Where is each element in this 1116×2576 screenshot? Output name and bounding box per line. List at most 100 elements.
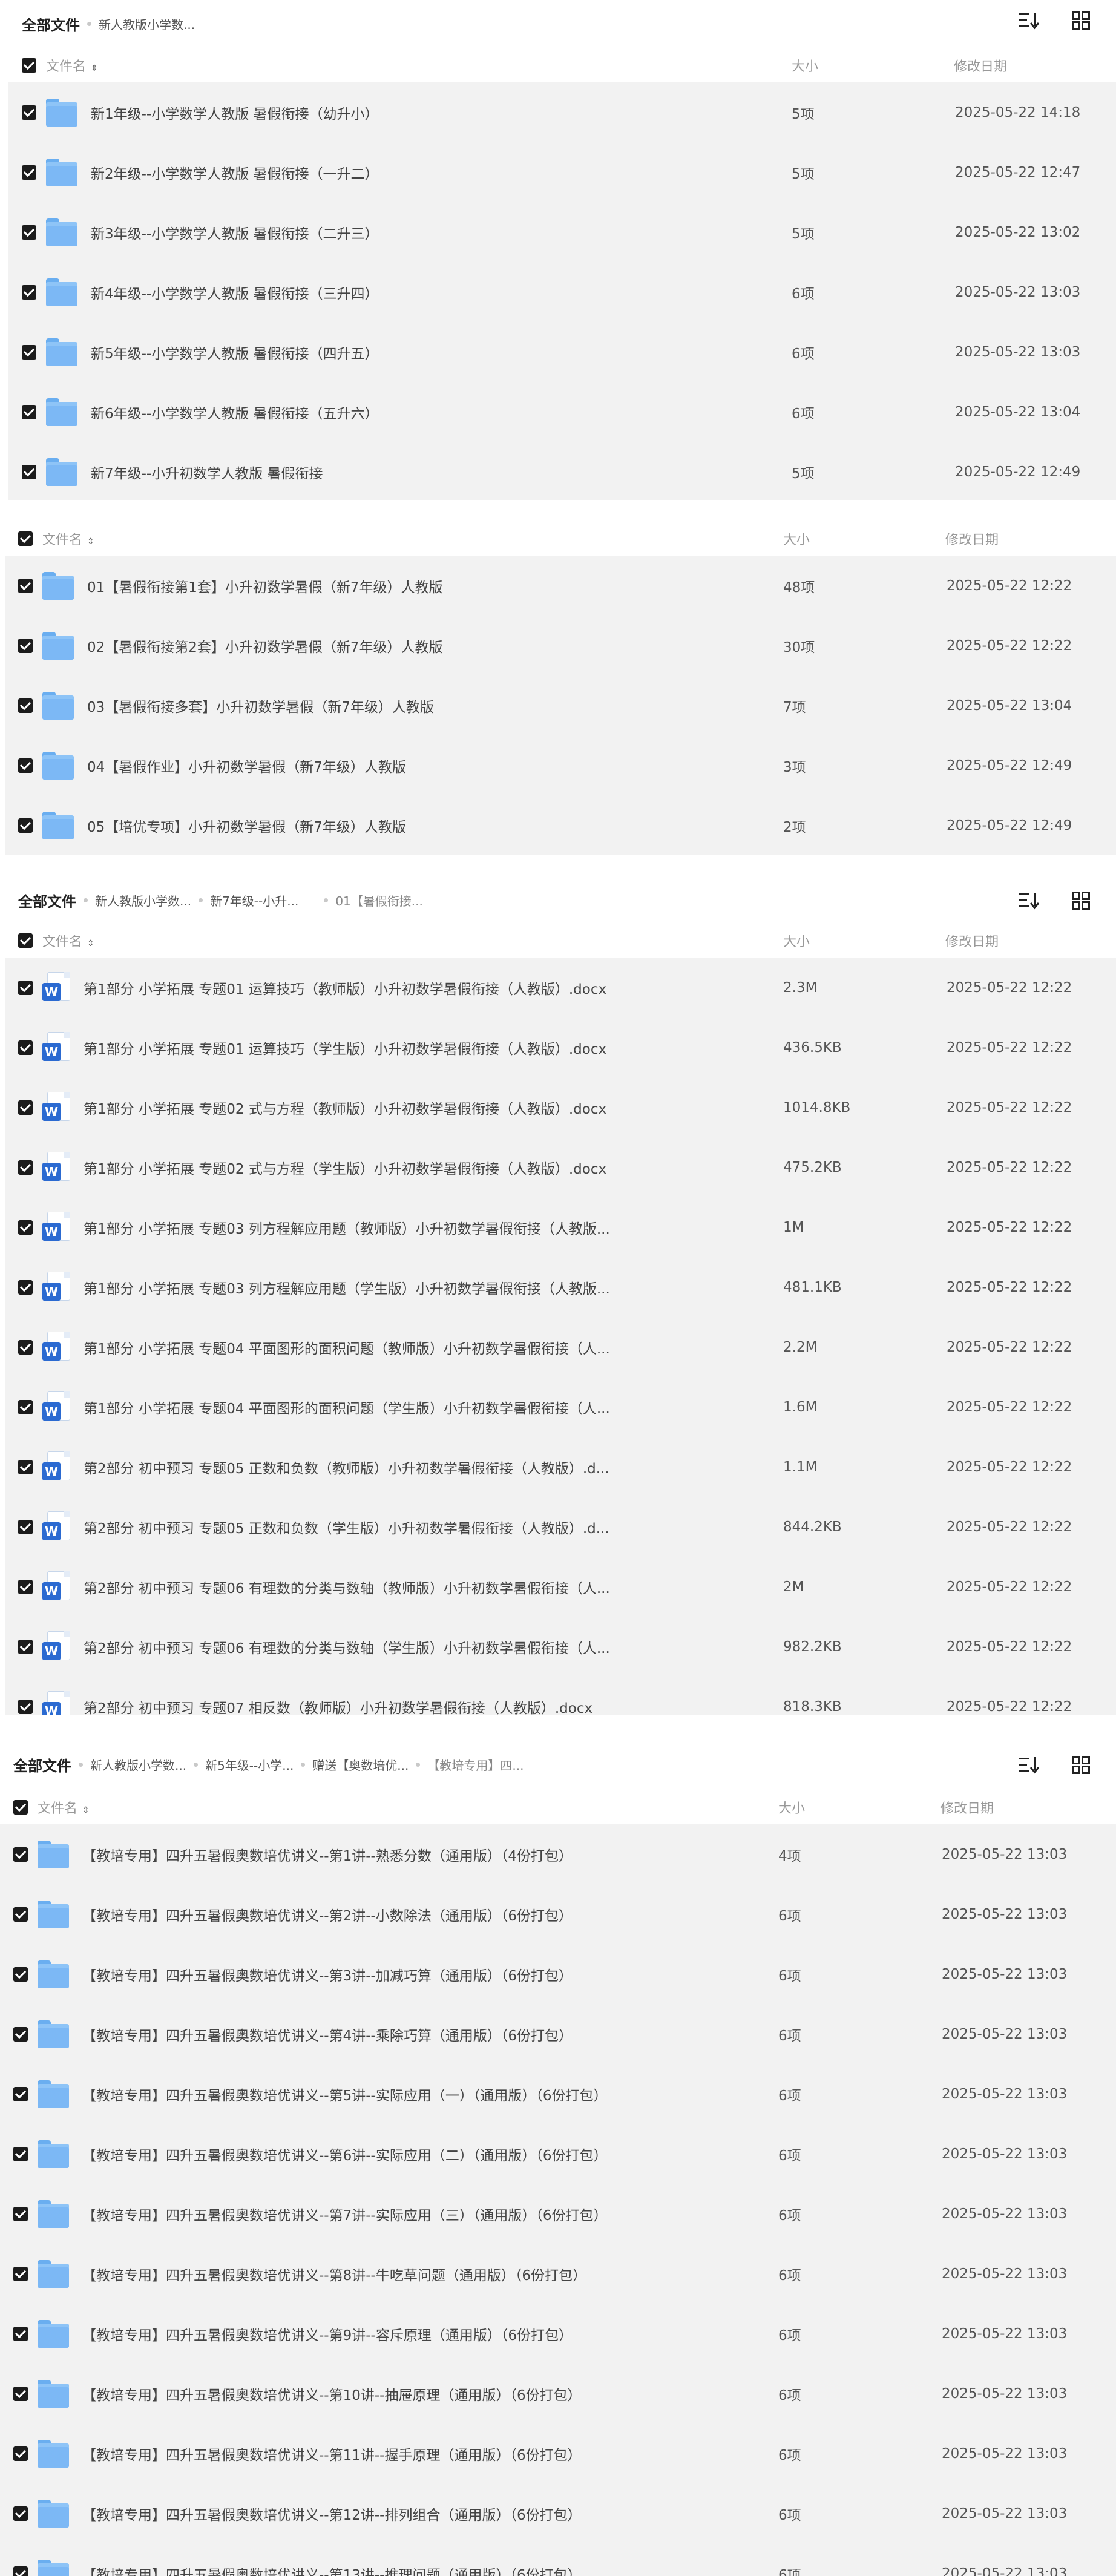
- file-row[interactable]: 【教培专用】四升五暑假奥数培优讲义--第8讲--牛吃草问题（通用版）（6份打包）…: [0, 2244, 1116, 2304]
- breadcrumb-item[interactable]: 01【暑假衔接...: [335, 892, 423, 909]
- column-name-header[interactable]: 文件名 ⇕: [42, 931, 94, 950]
- file-name[interactable]: 新1年级--小学数学人教版 暑假衔接（幼升小）: [91, 102, 379, 123]
- file-name[interactable]: 新4年级--小学数学人教版 暑假衔接（三升四）: [91, 282, 379, 303]
- file-row[interactable]: 【教培专用】四升五暑假奥数培优讲义--第2讲--小数除法（通用版）（6份打包） 6…: [0, 1884, 1116, 1944]
- file-name[interactable]: 03【暑假衔接多套】小升初数学暑假（新7年级）人教版: [87, 695, 434, 716]
- row-checkbox[interactable]: [13, 2026, 28, 2042]
- row-checkbox[interactable]: [13, 2506, 28, 2521]
- breadcrumb-item[interactable]: 新人教版小学数...: [99, 15, 195, 33]
- file-row[interactable]: 新7年级--小升初数学人教版 暑假衔接 5项 2025-05-22 12:49: [8, 442, 1116, 502]
- row-checkbox[interactable]: [18, 698, 33, 713]
- file-row[interactable]: 【教培专用】四升五暑假奥数培优讲义--第9讲--容斥原理（通用版）（6份打包） 6…: [0, 2304, 1116, 2364]
- file-name[interactable]: 第1部分 小学拓展 专题02 式与方程（教师版）小升初数学暑假衔接（人教版）.d…: [84, 1097, 606, 1118]
- row-checkbox[interactable]: [13, 2326, 28, 2341]
- row-checkbox[interactable]: [18, 758, 33, 773]
- breadcrumb-item[interactable]: 【教培专用】四...: [427, 1756, 524, 1773]
- file-name[interactable]: 新3年级--小学数学人教版 暑假衔接（二升三）: [91, 222, 379, 243]
- file-name[interactable]: 【教培专用】四升五暑假奥数培优讲义--第5讲--实际应用（一）（通用版）（6份打…: [82, 2084, 607, 2104]
- row-checkbox[interactable]: [18, 1519, 33, 1534]
- row-checkbox[interactable]: [18, 1639, 33, 1654]
- breadcrumb-item[interactable]: 新7年级--小升...: [210, 892, 298, 909]
- grid-view-icon[interactable]: [1070, 10, 1092, 31]
- row-checkbox[interactable]: [13, 2446, 28, 2461]
- file-row[interactable]: W 第1部分 小学拓展 专题03 列方程解应用题（教师版）小升初数学暑假衔接（人教…: [5, 1197, 1116, 1257]
- row-checkbox[interactable]: [13, 2566, 28, 2576]
- file-name[interactable]: 第1部分 小学拓展 专题04 平面图形的面积问题（学生版）小升初数学暑假衔接（人…: [84, 1397, 610, 1418]
- file-name[interactable]: 第1部分 小学拓展 专题04 平面图形的面积问题（教师版）小升初数学暑假衔接（人…: [84, 1337, 610, 1358]
- file-name[interactable]: 第1部分 小学拓展 专题02 式与方程（学生版）小升初数学暑假衔接（人教版）.d…: [84, 1157, 606, 1178]
- column-name-header[interactable]: 文件名 ⇕: [46, 56, 98, 75]
- file-row[interactable]: W 第2部分 初中预习 专题05 正数和负数（教师版）小升初数学暑假衔接（人教版）…: [5, 1437, 1116, 1497]
- row-checkbox[interactable]: [18, 980, 33, 995]
- file-name[interactable]: 第2部分 初中预习 专题05 正数和负数（教师版）小升初数学暑假衔接（人教版）.…: [84, 1457, 609, 1477]
- row-checkbox[interactable]: [13, 2386, 28, 2401]
- row-checkbox[interactable]: [22, 225, 36, 240]
- file-name[interactable]: 【教培专用】四升五暑假奥数培优讲义--第7讲--实际应用（三）（通用版）（6份打…: [82, 2204, 607, 2224]
- breadcrumb-root[interactable]: 全部文件: [18, 890, 76, 911]
- grid-view-icon[interactable]: [1070, 1754, 1092, 1776]
- row-checkbox[interactable]: [18, 1579, 33, 1594]
- file-name[interactable]: 01【暑假衔接第1套】小升初数学暑假（新7年级）人教版: [87, 576, 443, 596]
- file-name[interactable]: 05【培优专项】小升初数学暑假（新7年级）人教版: [87, 815, 406, 836]
- file-row[interactable]: W 第2部分 初中预习 专题07 相反数（教师版）小升初数学暑假衔接（人教版）.d…: [5, 1677, 1116, 1715]
- file-row[interactable]: 05【培优专项】小升初数学暑假（新7年级）人教版 2项 2025-05-22 12:…: [5, 795, 1116, 855]
- file-row[interactable]: 【教培专用】四升五暑假奥数培优讲义--第1讲--熟悉分数（通用版）（4份打包） 4…: [0, 1824, 1116, 1884]
- file-name[interactable]: 第1部分 小学拓展 专题01 运算技巧（学生版）小升初数学暑假衔接（人教版）.d…: [84, 1037, 606, 1058]
- file-row[interactable]: 【教培专用】四升五暑假奥数培优讲义--第5讲--实际应用（一）（通用版）（6份打…: [0, 2064, 1116, 2124]
- sort-list-icon[interactable]: [1018, 890, 1040, 912]
- file-row[interactable]: 【教培专用】四升五暑假奥数培优讲义--第13讲--推理问题（通用版）（6份打包）…: [0, 2543, 1116, 2576]
- row-checkbox[interactable]: [13, 2206, 28, 2221]
- file-row[interactable]: 【教培专用】四升五暑假奥数培优讲义--第3讲--加减巧算（通用版）（6份打包） 6…: [0, 1944, 1116, 2004]
- file-row[interactable]: 【教培专用】四升五暑假奥数培优讲义--第7讲--实际应用（三）（通用版）（6份打…: [0, 2184, 1116, 2244]
- file-row[interactable]: 新5年级--小学数学人教版 暑假衔接（四升五） 6项 2025-05-22 13:0…: [8, 322, 1116, 382]
- row-checkbox[interactable]: [18, 1280, 33, 1295]
- row-checkbox[interactable]: [13, 1907, 28, 1922]
- file-row[interactable]: W 第1部分 小学拓展 专题03 列方程解应用题（学生版）小升初数学暑假衔接（人教…: [5, 1257, 1116, 1317]
- file-row[interactable]: 新4年级--小学数学人教版 暑假衔接（三升四） 6项 2025-05-22 13:0…: [8, 262, 1116, 322]
- file-name[interactable]: 新6年级--小学数学人教版 暑假衔接（五升六）: [91, 402, 379, 422]
- file-name[interactable]: 04【暑假作业】小升初数学暑假（新7年级）人教版: [87, 755, 406, 776]
- file-row[interactable]: 【教培专用】四升五暑假奥数培优讲义--第10讲--抽屉原理（通用版）（6份打包）…: [0, 2364, 1116, 2423]
- file-row[interactable]: 新3年级--小学数学人教版 暑假衔接（二升三） 5项 2025-05-22 13:0…: [8, 202, 1116, 262]
- file-name[interactable]: 【教培专用】四升五暑假奥数培优讲义--第6讲--实际应用（二）（通用版）（6份打…: [82, 2144, 607, 2164]
- file-name[interactable]: 第2部分 初中预习 专题06 有理数的分类与数轴（教师版）小升初数学暑假衔接（人…: [84, 1577, 610, 1597]
- column-name-header[interactable]: 文件名 ⇕: [38, 1798, 90, 1817]
- row-checkbox[interactable]: [18, 1160, 33, 1175]
- file-row[interactable]: W 第1部分 小学拓展 专题01 运算技巧（教师版）小升初数学暑假衔接（人教版）.…: [5, 958, 1116, 1017]
- file-row[interactable]: 02【暑假衔接第2套】小升初数学暑假（新7年级）人教版 30项 2025-05-22…: [5, 616, 1116, 675]
- breadcrumb-item[interactable]: 新人教版小学数...: [90, 1756, 186, 1773]
- sort-icon[interactable]: ⇕: [82, 1806, 90, 1815]
- sort-list-icon[interactable]: [1018, 10, 1040, 31]
- sort-list-icon[interactable]: [1018, 1754, 1040, 1776]
- file-name[interactable]: 新5年级--小学数学人教版 暑假衔接（四升五）: [91, 342, 379, 363]
- breadcrumb-item[interactable]: 新5年级--小学...: [205, 1756, 294, 1773]
- row-checkbox[interactable]: [22, 165, 36, 180]
- row-checkbox[interactable]: [13, 1847, 28, 1862]
- sort-icon[interactable]: ⇕: [87, 537, 94, 546]
- file-row[interactable]: W 第1部分 小学拓展 专题04 平面图形的面积问题（教师版）小升初数学暑假衔接（…: [5, 1317, 1116, 1377]
- file-name[interactable]: 第1部分 小学拓展 专题03 列方程解应用题（教师版）小升初数学暑假衔接（人教版…: [84, 1217, 610, 1238]
- file-name[interactable]: 【教培专用】四升五暑假奥数培优讲义--第11讲--握手原理（通用版）（6份打包）: [82, 2443, 582, 2464]
- file-name[interactable]: 【教培专用】四升五暑假奥数培优讲义--第4讲--乘除巧算（通用版）（6份打包）: [82, 2024, 573, 2045]
- row-checkbox[interactable]: [13, 2086, 28, 2101]
- file-row[interactable]: 【教培专用】四升五暑假奥数培优讲义--第4讲--乘除巧算（通用版）（6份打包） 6…: [0, 2004, 1116, 2064]
- row-checkbox[interactable]: [18, 1459, 33, 1474]
- file-name[interactable]: 【教培专用】四升五暑假奥数培优讲义--第3讲--加减巧算（通用版）（6份打包）: [82, 1964, 573, 1985]
- row-checkbox[interactable]: [13, 2146, 28, 2161]
- row-checkbox[interactable]: [18, 1699, 33, 1714]
- file-name[interactable]: 02【暑假衔接第2套】小升初数学暑假（新7年级）人教版: [87, 636, 443, 656]
- file-row[interactable]: 【教培专用】四升五暑假奥数培优讲义--第6讲--实际应用（二）（通用版）（6份打…: [0, 2124, 1116, 2184]
- file-name[interactable]: 第2部分 初中预习 专题05 正数和负数（学生版）小升初数学暑假衔接（人教版）.…: [84, 1517, 609, 1537]
- sort-icon[interactable]: ⇕: [91, 64, 98, 73]
- row-checkbox[interactable]: [22, 105, 36, 120]
- grid-view-icon[interactable]: [1070, 890, 1092, 912]
- row-checkbox[interactable]: [18, 578, 33, 593]
- file-name[interactable]: 第1部分 小学拓展 专题03 列方程解应用题（学生版）小升初数学暑假衔接（人教版…: [84, 1277, 610, 1298]
- row-checkbox[interactable]: [13, 1966, 28, 1982]
- row-checkbox[interactable]: [13, 2266, 28, 2281]
- file-row[interactable]: W 第1部分 小学拓展 专题02 式与方程（教师版）小升初数学暑假衔接（人教版）.…: [5, 1077, 1116, 1137]
- select-all-checkbox[interactable]: [18, 933, 33, 948]
- file-row[interactable]: 03【暑假衔接多套】小升初数学暑假（新7年级）人教版 7项 2025-05-22 1…: [5, 675, 1116, 735]
- file-row[interactable]: 新1年级--小学数学人教版 暑假衔接（幼升小） 5项 2025-05-22 14:1…: [8, 82, 1116, 142]
- file-name[interactable]: 第1部分 小学拓展 专题01 运算技巧（教师版）小升初数学暑假衔接（人教版）.d…: [84, 978, 606, 998]
